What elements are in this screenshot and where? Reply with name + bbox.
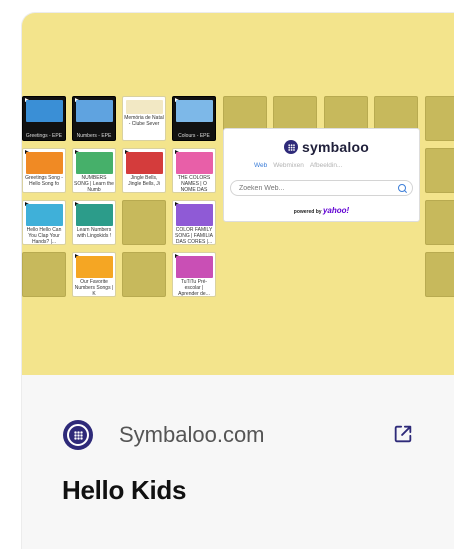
search-box [230,180,413,196]
search-input[interactable] [239,183,389,193]
search-widget: symbaloo Web Webmixen Afbeeldin... power… [223,128,420,222]
video-tile[interactable]: Colours - EPE [172,96,216,141]
yahoo-logo: yahoo! [322,206,350,215]
empty-tile[interactable] [425,252,454,297]
tile-caption: Colours - EPE [178,133,210,139]
tile-thumbnail [176,204,213,226]
tile-thumbnail [76,256,113,278]
video-tile[interactable]: NUMBERS SONG | Learn the Numb [72,148,116,193]
preview-image[interactable]: Greetings - EPE Numbers - EPE Memória de… [22,13,454,375]
video-tile[interactable]: Memória de Natal - Clube Sever [122,96,166,141]
empty-tile[interactable] [425,200,454,245]
video-tile[interactable]: Our Favorite Numbers Songs | K [72,252,116,297]
card-title[interactable]: Hello Kids [62,475,186,506]
symbaloo-logo: symbaloo [284,139,369,155]
tile-caption: Jingle Bells, Jingle Bells, Ji [128,175,160,187]
video-tile[interactable]: Jingle Bells, Jingle Bells, Ji [122,148,166,193]
tile-thumbnail [176,256,213,278]
video-tile[interactable]: Greetings - EPE [22,96,66,141]
tab-web[interactable]: Web [254,162,267,169]
tile-caption: TuTiTu Pré-escolar | Aprender de... [178,279,210,297]
tile-thumbnail [76,204,113,226]
tile-caption: Learn Numbers with Lingokids ! [76,227,112,239]
tile-thumbnail [176,100,213,122]
tile-thumbnail [176,152,213,174]
tile-thumbnail [76,152,113,174]
tile-thumbnail [76,100,113,122]
powered-by: powered by yahoo! [224,206,419,215]
video-tile[interactable]: Numbers - EPE [72,96,116,141]
symbaloo-wordmark: symbaloo [302,139,369,155]
tile-caption: NUMBERS SONG | Learn the Numb [74,175,114,193]
tile-thumbnail [126,152,163,174]
tile-thumbnail [26,204,63,226]
tile-thumbnail [126,100,163,114]
empty-tile[interactable] [425,96,454,141]
video-tile[interactable]: Learn Numbers with Lingokids ! [72,200,116,245]
video-tile[interactable]: Greetings Song - Hello Song fo [22,148,66,193]
source-name[interactable]: Symbaloo.com [119,420,265,450]
search-icon[interactable] [398,184,406,192]
tile-caption: COLOR FAMILY SONG | FAMILIA DAS CORES |.… [175,227,213,245]
tile-thumbnail [26,100,63,122]
tile-caption: THE COLORS NAMES | O NOME DAS [177,175,211,193]
tab-afbeeldingen[interactable]: Afbeeldin... [310,162,343,169]
video-tile[interactable]: COLOR FAMILY SONG | FAMILIA DAS CORES |.… [172,200,216,245]
tile-caption: Greetings Song - Hello Song fo [25,175,63,187]
result-card[interactable]: Greetings - EPE Numbers - EPE Memória de… [21,12,454,549]
card-footer: Symbaloo.com Hello Kids [22,375,454,549]
powered-by-label: powered by [293,209,322,215]
tile-thumbnail [26,152,63,174]
tile-caption: Numbers - EPE [76,133,112,139]
empty-tile[interactable] [22,252,66,297]
search-tabs: Web Webmixen Afbeeldin... [254,162,342,169]
tile-caption: Memória de Natal - Clube Sever [124,115,164,127]
empty-tile[interactable] [425,148,454,193]
tile-caption: Hello Hello Can You Clap Your Hands? |..… [26,227,62,245]
symbaloo-mark-icon [284,140,298,154]
external-link-icon[interactable] [392,423,414,445]
symbaloo-logo-icon [63,420,93,450]
video-tile[interactable]: TuTiTu Pré-escolar | Aprender de... [172,252,216,297]
tile-caption: Our Favorite Numbers Songs | K [74,279,114,297]
empty-tile[interactable] [122,200,166,245]
tab-webmixen[interactable]: Webmixen [273,162,304,169]
empty-tile[interactable] [122,252,166,297]
video-tile[interactable]: THE COLORS NAMES | O NOME DAS [172,148,216,193]
tile-caption: Greetings - EPE [25,133,63,139]
video-tile[interactable]: Hello Hello Can You Clap Your Hands? |..… [22,200,66,245]
